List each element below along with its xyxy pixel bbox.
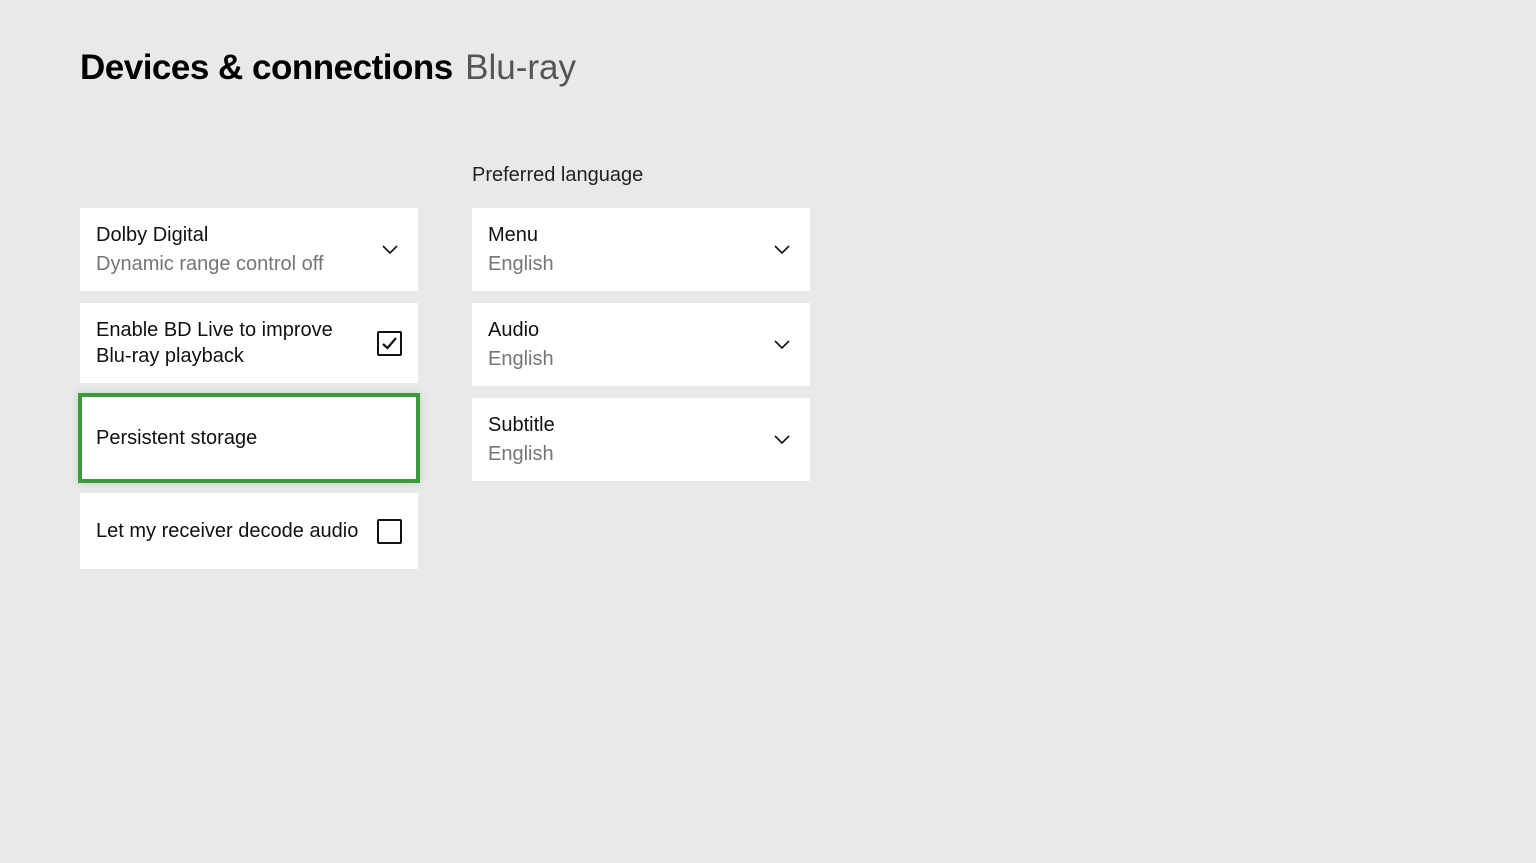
audio-label: Audio <box>488 317 760 343</box>
page-header: Devices & connections Blu-ray <box>0 0 1536 88</box>
receiver-label: Let my receiver decode audio <box>96 518 367 544</box>
menu-text: Menu English <box>488 222 760 277</box>
bd-live-text: Enable BD Live to improve Blu-ray playba… <box>96 317 367 369</box>
audio-value: English <box>488 346 760 372</box>
menu-label: Menu <box>488 222 760 248</box>
left-column-spacer <box>80 160 418 208</box>
dolby-value: Dynamic range control off <box>96 251 368 277</box>
bd-live-label: Enable BD Live to improve Blu-ray playba… <box>96 317 367 369</box>
chevron-down-icon <box>378 238 402 262</box>
menu-language-dropdown[interactable]: Menu English <box>472 208 810 291</box>
chevron-down-icon <box>770 238 794 262</box>
persistent-label: Persistent storage <box>96 425 402 451</box>
page-subtitle: Blu-ray <box>465 48 576 87</box>
bd-live-checkbox[interactable]: Enable BD Live to improve Blu-ray playba… <box>80 303 418 383</box>
checkbox-unchecked-icon <box>377 519 402 544</box>
checkbox-checked-icon <box>377 331 402 356</box>
dolby-text: Dolby Digital Dynamic range control off <box>96 222 368 277</box>
subtitle-value: English <box>488 441 760 467</box>
subtitle-label: Subtitle <box>488 412 760 438</box>
persistent-text: Persistent storage <box>96 425 402 451</box>
chevron-down-icon <box>770 333 794 357</box>
dolby-digital-dropdown[interactable]: Dolby Digital Dynamic range control off <box>80 208 418 291</box>
audio-text: Audio English <box>488 317 760 372</box>
left-column: Dolby Digital Dynamic range control off … <box>80 160 418 581</box>
menu-value: English <box>488 251 760 277</box>
page-title: Devices & connections <box>80 48 453 87</box>
content-area: Dolby Digital Dynamic range control off … <box>0 88 1536 581</box>
preferred-language-header: Preferred language <box>472 160 810 208</box>
persistent-storage-button[interactable]: Persistent storage <box>80 395 418 481</box>
chevron-down-icon <box>770 428 794 452</box>
subtitle-language-dropdown[interactable]: Subtitle English <box>472 398 810 481</box>
receiver-text: Let my receiver decode audio <box>96 518 367 544</box>
right-column: Preferred language Menu English Audio En… <box>472 160 810 581</box>
audio-language-dropdown[interactable]: Audio English <box>472 303 810 386</box>
dolby-label: Dolby Digital <box>96 222 368 248</box>
subtitle-text: Subtitle English <box>488 412 760 467</box>
receiver-decode-checkbox[interactable]: Let my receiver decode audio <box>80 493 418 569</box>
